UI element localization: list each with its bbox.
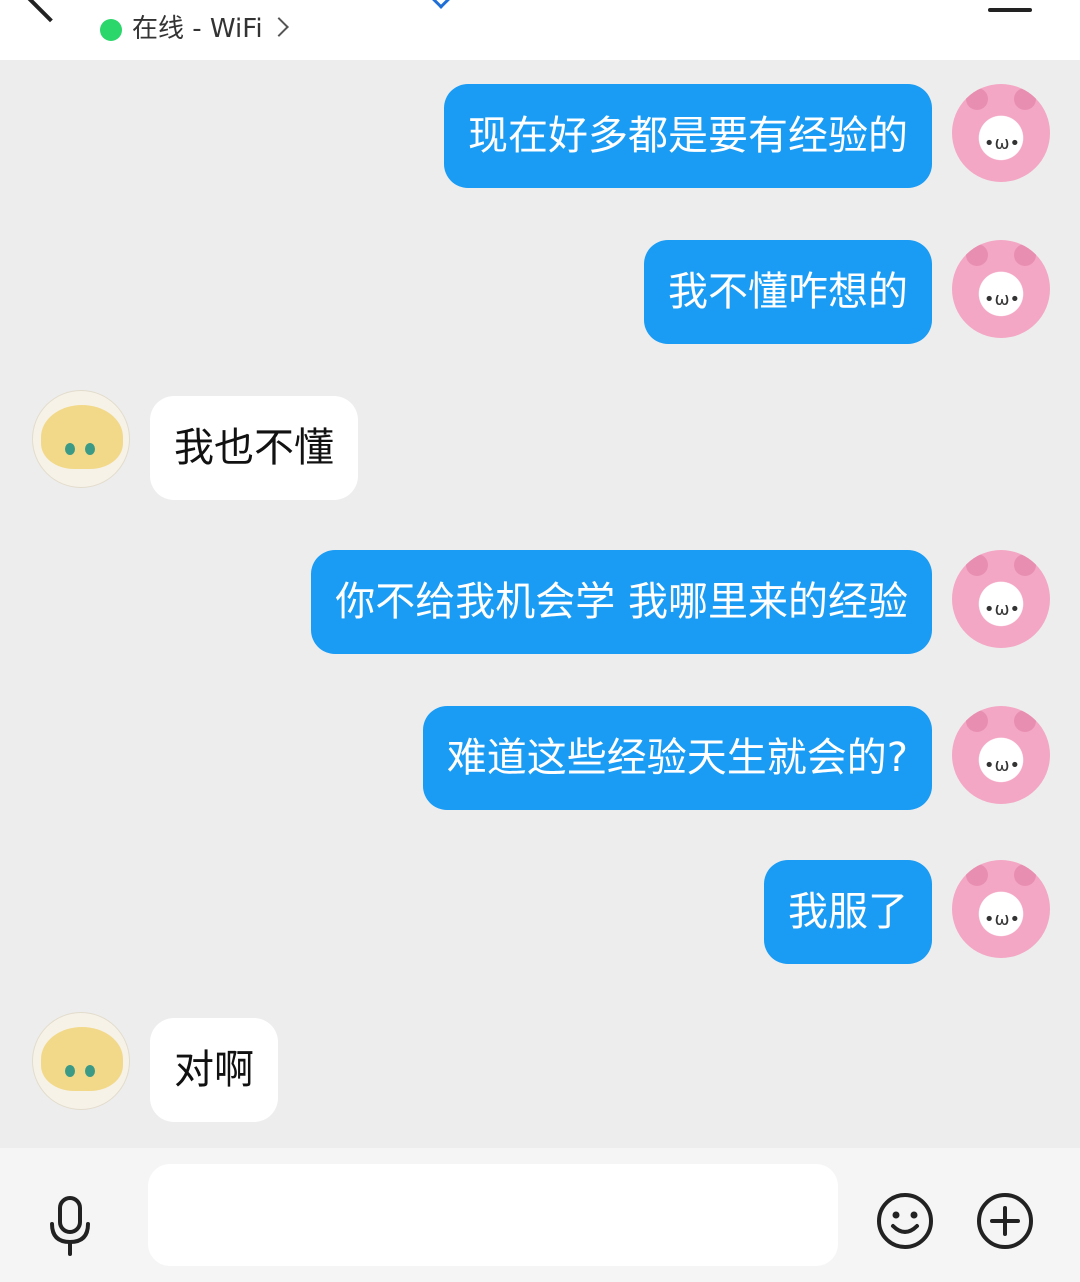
message-bubble[interactable]: 对啊 (150, 1018, 278, 1122)
avatar-ears (966, 88, 1036, 118)
message-outgoing: •ω• 我服了 (764, 860, 1050, 964)
message-outgoing: •ω• 难道这些经验天生就会的? (422, 706, 1050, 810)
avatar-face: •ω• (983, 133, 1021, 154)
menu-icon[interactable] (988, 8, 1032, 12)
avatar-face: •ω• (983, 599, 1021, 620)
avatar-ears (966, 864, 1036, 894)
smiley-icon[interactable] (876, 1192, 934, 1250)
message-incoming: 对啊 (32, 1012, 278, 1122)
plus-circle-icon[interactable] (976, 1192, 1034, 1250)
pink-bear-avatar-icon[interactable]: •ω• (952, 84, 1050, 182)
message-bubble[interactable]: 我也不懂 (150, 396, 358, 500)
pink-bear-avatar-icon[interactable]: •ω• (952, 706, 1050, 804)
message-bubble[interactable]: 我服了 (764, 860, 932, 964)
chevron-right-icon[interactable] (269, 17, 289, 37)
chat-header: 在线 - WiFi (0, 0, 1080, 60)
pink-bear-avatar-icon[interactable]: •ω• (952, 860, 1050, 958)
message-outgoing: •ω• 我不懂咋想的 (644, 240, 1050, 344)
blond-anime-avatar-icon[interactable] (32, 390, 130, 488)
pink-bear-avatar-icon[interactable]: •ω• (952, 550, 1050, 648)
message-list[interactable]: •ω• 现在好多都是要有经验的 •ω• 我不懂咋想的 我也不懂 •ω• 你不给我… (0, 60, 1080, 1148)
verified-icon (431, 0, 451, 9)
blond-anime-avatar-icon[interactable] (32, 1012, 130, 1110)
avatar-hair (41, 1027, 123, 1091)
avatar-eye (85, 1065, 95, 1077)
avatar-face: •ω• (983, 755, 1021, 776)
pink-bear-avatar-icon[interactable]: •ω• (952, 240, 1050, 338)
avatar-eye (85, 443, 95, 455)
avatar-eye (65, 443, 75, 455)
message-bubble[interactable]: 难道这些经验天生就会的? (422, 706, 932, 810)
message-incoming: 我也不懂 (32, 390, 358, 500)
avatar-face: •ω• (983, 909, 1021, 930)
input-bar (0, 1148, 1080, 1282)
avatar-hair (41, 405, 123, 469)
avatar-ears (966, 244, 1036, 274)
microphone-icon[interactable] (46, 1196, 94, 1256)
avatar-face: •ω• (983, 289, 1021, 310)
message-input[interactable] (148, 1164, 838, 1266)
connection-status[interactable]: 在线 - WiFi (132, 12, 263, 46)
avatar-ears (966, 554, 1036, 584)
avatar-ears (966, 710, 1036, 740)
message-bubble[interactable]: 现在好多都是要有经验的 (444, 84, 932, 188)
message-bubble[interactable]: 你不给我机会学 我哪里来的经验 (311, 550, 932, 654)
message-outgoing: •ω• 现在好多都是要有经验的 (444, 84, 1050, 188)
message-outgoing: •ω• 你不给我机会学 我哪里来的经验 (311, 550, 1050, 654)
online-status-dot (100, 19, 122, 41)
avatar-eye (65, 1065, 75, 1077)
message-bubble[interactable]: 我不懂咋想的 (644, 240, 932, 344)
back-icon[interactable] (21, 0, 79, 23)
